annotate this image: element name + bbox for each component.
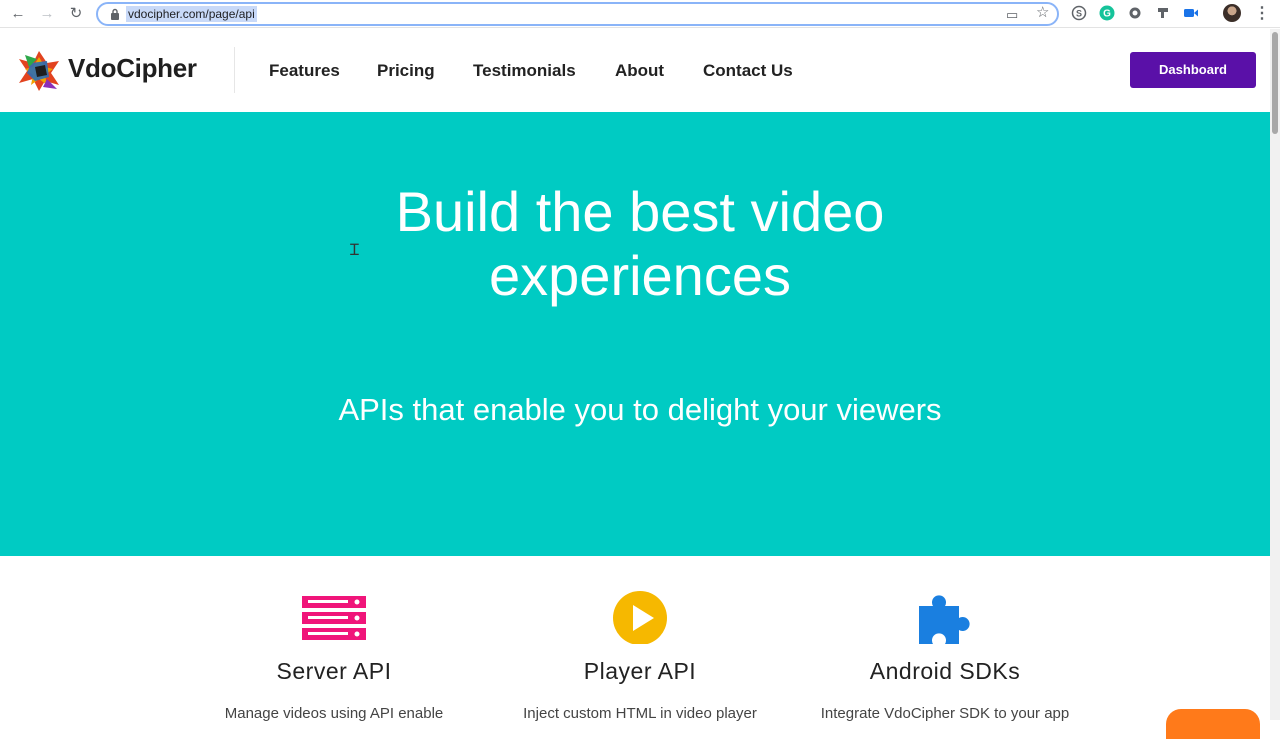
hero-title-line-1: Build the best video (395, 180, 885, 243)
hero-title-line-2: experiences (489, 244, 791, 307)
reload-icon[interactable]: ↻ (66, 4, 86, 24)
dashboard-button[interactable]: Dashboard (1130, 52, 1256, 88)
nav-contact-us[interactable]: Contact Us (703, 61, 793, 81)
feature-android-sdks: Android SDKs Integrate VdoCipher SDK to … (795, 588, 1095, 722)
nav-about[interactable]: About (615, 61, 664, 81)
play-icon (613, 591, 667, 644)
feature-description: Integrate VdoCipher SDK to your app (820, 705, 1070, 722)
nav-testimonials[interactable]: Testimonials (473, 61, 576, 81)
svg-text:S: S (1076, 9, 1082, 19)
feature-server-api: Server API Manage videos using API enabl… (184, 588, 484, 722)
nav-pricing[interactable]: Pricing (377, 61, 435, 81)
circle-extension-icon[interactable] (1127, 5, 1143, 21)
profile-avatar[interactable] (1223, 4, 1241, 22)
feature-description: Inject custom HTML in video player (523, 705, 757, 722)
feature-description: Manage videos using API enable (224, 705, 444, 722)
browser-menu-icon[interactable]: ⋮ (1254, 4, 1270, 24)
svg-text:G: G (1103, 9, 1111, 20)
server-icon (302, 596, 366, 640)
site-header: VdoCipher Features Pricing Testimonials … (0, 29, 1270, 112)
feature-player-api: Player API Inject custom HTML in video p… (490, 588, 790, 722)
vdocipher-logo-icon[interactable] (17, 49, 61, 93)
feature-title: Android SDKs (869, 658, 1021, 684)
lock-icon (111, 8, 119, 20)
bookmark-star-icon[interactable]: ☆ (1036, 5, 1049, 21)
brand-name[interactable]: VdoCipher (68, 53, 197, 84)
address-bar[interactable]: vdocipher.com/page/api ▭ ☆ (96, 2, 1059, 26)
header-divider (234, 47, 235, 93)
page-scrollbar[interactable] (1270, 29, 1280, 720)
scrollbar-thumb[interactable] (1272, 32, 1278, 134)
grammarly-extension-icon[interactable]: G (1099, 5, 1115, 21)
video-extension-icon[interactable] (1183, 5, 1199, 21)
feature-title: Server API (276, 658, 392, 684)
cast-icon[interactable]: ▭ (1006, 7, 1018, 23)
text-cursor-icon: Ɪ (350, 240, 359, 259)
feature-title: Player API (583, 658, 697, 684)
pin-extension-icon[interactable] (1155, 5, 1171, 21)
hero-subtitle: APIs that enable you to delight your vie… (338, 392, 942, 427)
hero-section: Build the best video experiences APIs th… (0, 112, 1280, 556)
url-text[interactable]: vdocipher.com/page/api (126, 6, 257, 22)
forward-icon[interactable]: → (37, 4, 57, 24)
nav-features[interactable]: Features (269, 61, 340, 81)
hero-title: Build the best video experiences (0, 180, 1280, 308)
puzzle-icon (919, 595, 970, 644)
back-icon[interactable]: ← (8, 4, 28, 24)
browser-toolbar: ← → ↻ vdocipher.com/page/api ▭ ☆ S G ⋮ (0, 0, 1280, 28)
chat-widget-button[interactable] (1166, 709, 1260, 739)
skype-extension-icon[interactable]: S (1071, 5, 1087, 21)
